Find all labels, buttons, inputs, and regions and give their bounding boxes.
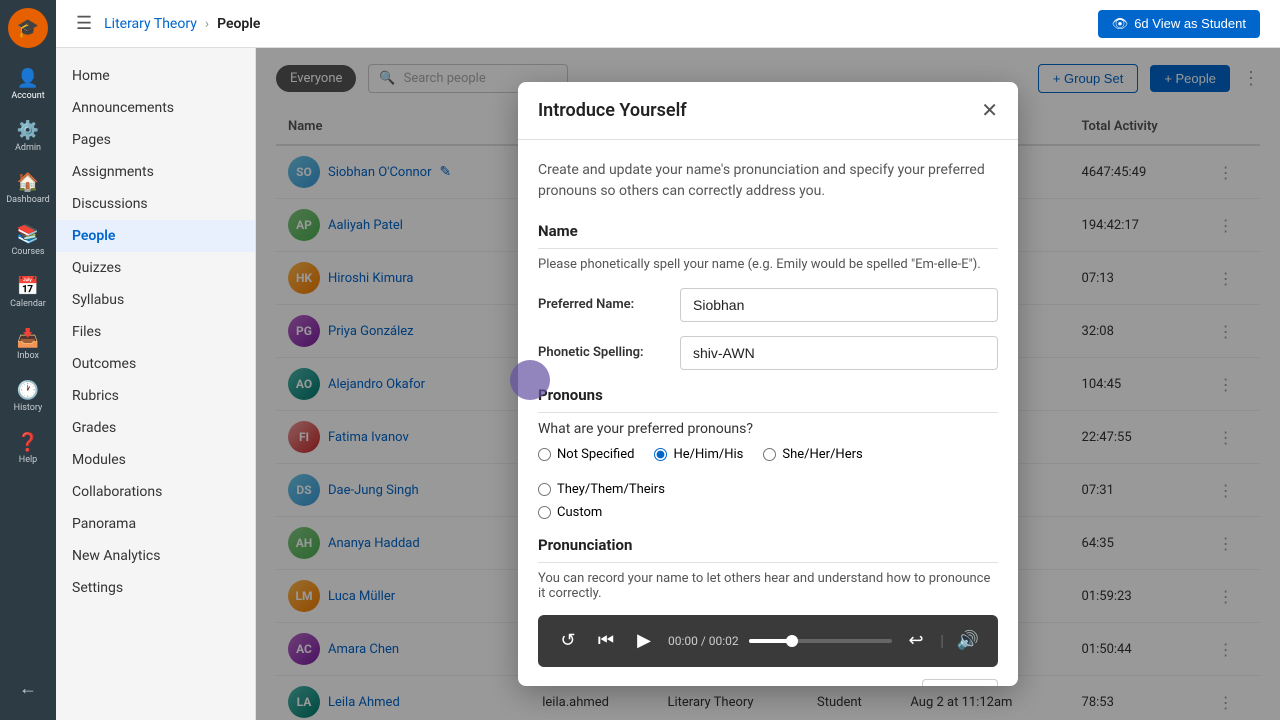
history-icon: 🕐 (17, 380, 39, 401)
pronoun-radio-she-her-hers[interactable] (763, 448, 776, 461)
pronoun-radio-custom[interactable] (538, 506, 551, 519)
sidebar-item-help[interactable]: ❓ Help (4, 424, 52, 472)
pronunciation-description: You can record your name to let others h… (538, 571, 998, 601)
inbox-icon: 📥 (17, 328, 39, 349)
audio-play-button[interactable]: ▶ (630, 627, 658, 655)
back-button[interactable]: ← (4, 664, 52, 712)
breadcrumb-current: People (217, 16, 260, 32)
breadcrumb-separator: › (205, 16, 209, 32)
audio-prev-button[interactable]: ⏮ (592, 627, 620, 655)
audio-skip-back-button[interactable]: ↺ (554, 627, 582, 655)
top-bar: ☰ Literary Theory › People 👁 6d View as … (56, 0, 1280, 48)
course-sidebar: Home Announcements Pages Assignments Dis… (56, 48, 256, 720)
audio-time: 00:00 / 00:02 (668, 634, 739, 648)
phonetic-spelling-label: Phonetic Spelling: (538, 345, 668, 360)
sidebar-item-people[interactable]: People (56, 220, 255, 252)
pronunciation-section-title: Pronunciation (538, 536, 998, 563)
sidebar-item-files[interactable]: Files (56, 316, 255, 348)
sidebar-item-courses[interactable]: 📚 Courses (4, 216, 52, 264)
modal-body: Create and update your name's pronunciat… (518, 140, 1018, 687)
pronoun-radio-they-them-theirs[interactable] (538, 483, 551, 496)
account-icon: 👤 (17, 68, 39, 89)
pronoun-options: Not Specified He/Him/His She/Her/Hers (538, 447, 998, 497)
modal-close-button[interactable]: ✕ (981, 98, 998, 123)
pronoun-he-him-his[interactable]: He/Him/His (654, 447, 743, 462)
breadcrumb-course[interactable]: Literary Theory (104, 16, 197, 32)
main-content: Everyone 🔍 Search people + Group Set + P… (256, 48, 1280, 720)
view-as-student-button[interactable]: 👁 6d View as Student (1098, 10, 1260, 38)
help-icon: ❓ (17, 432, 39, 453)
sidebar-item-account[interactable]: 👤 Account (4, 60, 52, 108)
audio-volume-button[interactable]: 🔊 (954, 627, 982, 655)
preferred-name-label: Preferred Name: (538, 297, 668, 312)
sidebar-item-rubrics[interactable]: Rubrics (56, 380, 255, 412)
sidebar-item-modules[interactable]: Modules (56, 444, 255, 476)
pronoun-radio-he-him-his[interactable] (654, 448, 667, 461)
name-instruction: Please phonetically spell your name (e.g… (538, 257, 998, 272)
sidebar-item-syllabus[interactable]: Syllabus (56, 284, 255, 316)
sidebar-item-collaborations[interactable]: Collaborations (56, 476, 255, 508)
sidebar-item-grades[interactable]: Grades (56, 412, 255, 444)
breadcrumb: Literary Theory › People (104, 16, 260, 32)
sidebar-item-inbox[interactable]: 📥 Inbox (4, 320, 52, 368)
audio-separator: | (940, 631, 944, 650)
modal-description: Create and update your name's pronunciat… (538, 160, 998, 202)
sidebar-item-admin[interactable]: ⚙️ Admin (4, 112, 52, 160)
introduce-yourself-modal: Introduce Yourself ✕ Create and update y… (518, 82, 1018, 687)
record-button[interactable]: Record (922, 679, 998, 687)
calendar-icon: 📅 (17, 276, 39, 297)
pronoun-not-specified-label: Not Specified (557, 447, 634, 462)
pronoun-they-them-theirs-label: They/Them/Theirs (557, 482, 665, 497)
audio-progress-bar[interactable] (749, 639, 892, 643)
sidebar-item-outcomes[interactable]: Outcomes (56, 348, 255, 380)
sidebar-item-new-analytics[interactable]: New Analytics (56, 540, 255, 572)
pronouns-question: What are your preferred pronouns? (538, 421, 998, 437)
pronoun-custom-label: Custom (557, 505, 602, 520)
eye-icon: 👁 (1112, 16, 1129, 32)
icon-bar: 🎓 👤 Account ⚙️ Admin 🏠 Dashboard 📚 Cours… (0, 0, 56, 720)
pronouns-section: What are your preferred pronouns? Not Sp… (538, 421, 998, 520)
audio-rewind-button[interactable]: ↩ (902, 627, 930, 655)
audio-player: ↺ ⏮ ▶ 00:00 / 00:02 ↩ | (538, 615, 998, 667)
audio-progress-fill (749, 639, 792, 643)
courses-icon: 📚 (17, 224, 39, 245)
modal-header: Introduce Yourself ✕ (518, 82, 1018, 140)
preferred-name-input[interactable] (680, 288, 998, 322)
back-icon: ← (19, 678, 37, 699)
pronoun-radio-not-specified[interactable] (538, 448, 551, 461)
sidebar-item-quizzes[interactable]: Quizzes (56, 252, 255, 284)
pronoun-they-them-theirs[interactable]: They/Them/Theirs (538, 482, 665, 497)
modal-title: Introduce Yourself (538, 100, 687, 121)
sidebar-item-history[interactable]: 🕐 History (4, 372, 52, 420)
app-logo[interactable]: 🎓 (8, 8, 48, 48)
hamburger-menu[interactable]: ☰ (76, 13, 92, 34)
record-button-row: Record (538, 679, 998, 687)
dashboard-icon: 🏠 (17, 172, 39, 193)
phonetic-spelling-row: Phonetic Spelling: (538, 336, 998, 370)
audio-progress-thumb (786, 635, 798, 647)
sidebar-item-assignments[interactable]: Assignments (56, 156, 255, 188)
sidebar-item-settings[interactable]: Settings (56, 572, 255, 604)
sidebar-item-calendar[interactable]: 📅 Calendar (4, 268, 52, 316)
admin-icon: ⚙️ (17, 120, 39, 141)
pronunciation-section: Pronunciation You can record your name t… (538, 536, 998, 687)
pronoun-not-specified[interactable]: Not Specified (538, 447, 634, 462)
pronoun-she-her-hers[interactable]: She/Her/Hers (763, 447, 862, 462)
sidebar-item-home[interactable]: Home (56, 60, 255, 92)
sidebar-item-panorama[interactable]: Panorama (56, 508, 255, 540)
sidebar-item-dashboard[interactable]: 🏠 Dashboard (4, 164, 52, 212)
phonetic-spelling-input[interactable] (680, 336, 998, 370)
modal-overlay[interactable]: Introduce Yourself ✕ Create and update y… (256, 48, 1280, 720)
name-section-title: Name (538, 222, 998, 249)
sidebar-item-discussions[interactable]: Discussions (56, 188, 255, 220)
sidebar-item-pages[interactable]: Pages (56, 124, 255, 156)
sidebar-item-announcements[interactable]: Announcements (56, 92, 255, 124)
pronoun-he-him-his-label: He/Him/His (673, 447, 743, 462)
pronoun-she-her-hers-label: She/Her/Hers (782, 447, 862, 462)
pronoun-custom[interactable]: Custom (538, 505, 998, 520)
pronouns-section-title: Pronouns (538, 386, 998, 413)
preferred-name-row: Preferred Name: (538, 288, 998, 322)
